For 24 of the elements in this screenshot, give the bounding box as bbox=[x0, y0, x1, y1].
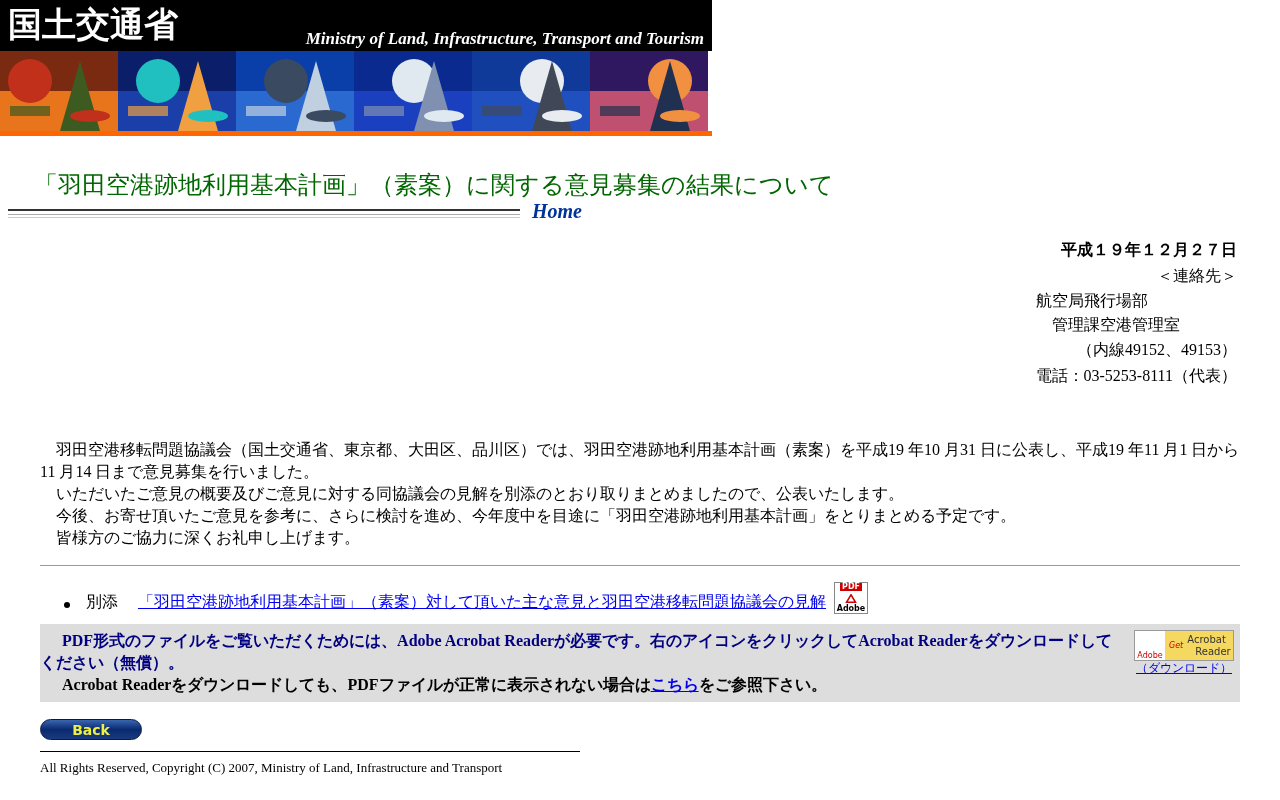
back-button[interactable]: Back bbox=[40, 719, 142, 740]
pdf-icon[interactable]: PDF Adobe bbox=[834, 582, 868, 614]
contact-line: 管理課空港管理室 bbox=[1051, 315, 1181, 335]
contact-line: 航空局飛行場部 bbox=[1036, 291, 1149, 311]
bullet-icon bbox=[64, 602, 70, 608]
body-paragraph: 皆様方のご協力に深くお礼申し上げます。 bbox=[55, 528, 361, 548]
here-link[interactable]: こちら bbox=[650, 676, 699, 693]
pdf-notice-text: Acrobat Readerをダウンロードしても、PDFファイルが正常に表示されない場合はこちらをご参照下さい。 bbox=[61, 675, 828, 696]
attachment-link[interactable]: 「羽田空港跡地利用基本計画」（素案）対して頂いた主な意見と羽田空港移転問題協議会の見解 bbox=[138, 590, 826, 614]
pdf-notice-text: PDF形式のファイルをご覧いただくためには、Adobe Acrobat Readerが必要です。右のアイコンをクリックしてAcrobat Readerをダウンロードしてください（無償）。 bbox=[40, 631, 1113, 673]
home-link[interactable]: Home bbox=[532, 201, 582, 221]
body-paragraph: 今後、お寄せ頂いたご意見を参考に、さらに検討を進め、今年度中を目途に「羽田空港跡地利用基本計画」をとりまとめる予定です。 bbox=[55, 506, 1017, 526]
copyright: All Rights Reserved, Copyright (C) 2007, Ministry of Land, Infrastructure and Transport bbox=[40, 758, 504, 777]
body-paragraph: 羽田空港移転問題協議会（国土交通省、東京都、大田区、品川区）では、羽田空港跡地利用基本計画（素案）を平成19 年10 月31 日に公表し、平成19 年11 月1 日から11 月14 日まで意見募集を行いました。 bbox=[40, 440, 1240, 482]
contact-line: （内線49152、49153） bbox=[1077, 340, 1237, 360]
date: 平成１９年１２月２７日 bbox=[1061, 240, 1237, 260]
download-link[interactable]: （ダウンロード） bbox=[1136, 661, 1232, 676]
page-title: 「羽田空港跡地利用基本計画」（素案）に関する意見募集の結果について bbox=[34, 171, 835, 200]
ministry-name: 国土交通省 bbox=[8, 6, 178, 41]
attachment-label: 別添 bbox=[86, 592, 118, 612]
body-paragraph: いただいたご意見の概要及びご意見に対する同協議会の見解を別添のとおり取りまとめましたので、公表いたします。 bbox=[55, 484, 905, 504]
contact-heading: ＜連絡先＞ bbox=[1157, 266, 1237, 286]
contact-line: 電話：03-5253-8111（代表） bbox=[1035, 366, 1237, 386]
ministry-english-name: Ministry of Land, Infrastructure, Transport and Tourism bbox=[305, 30, 704, 47]
